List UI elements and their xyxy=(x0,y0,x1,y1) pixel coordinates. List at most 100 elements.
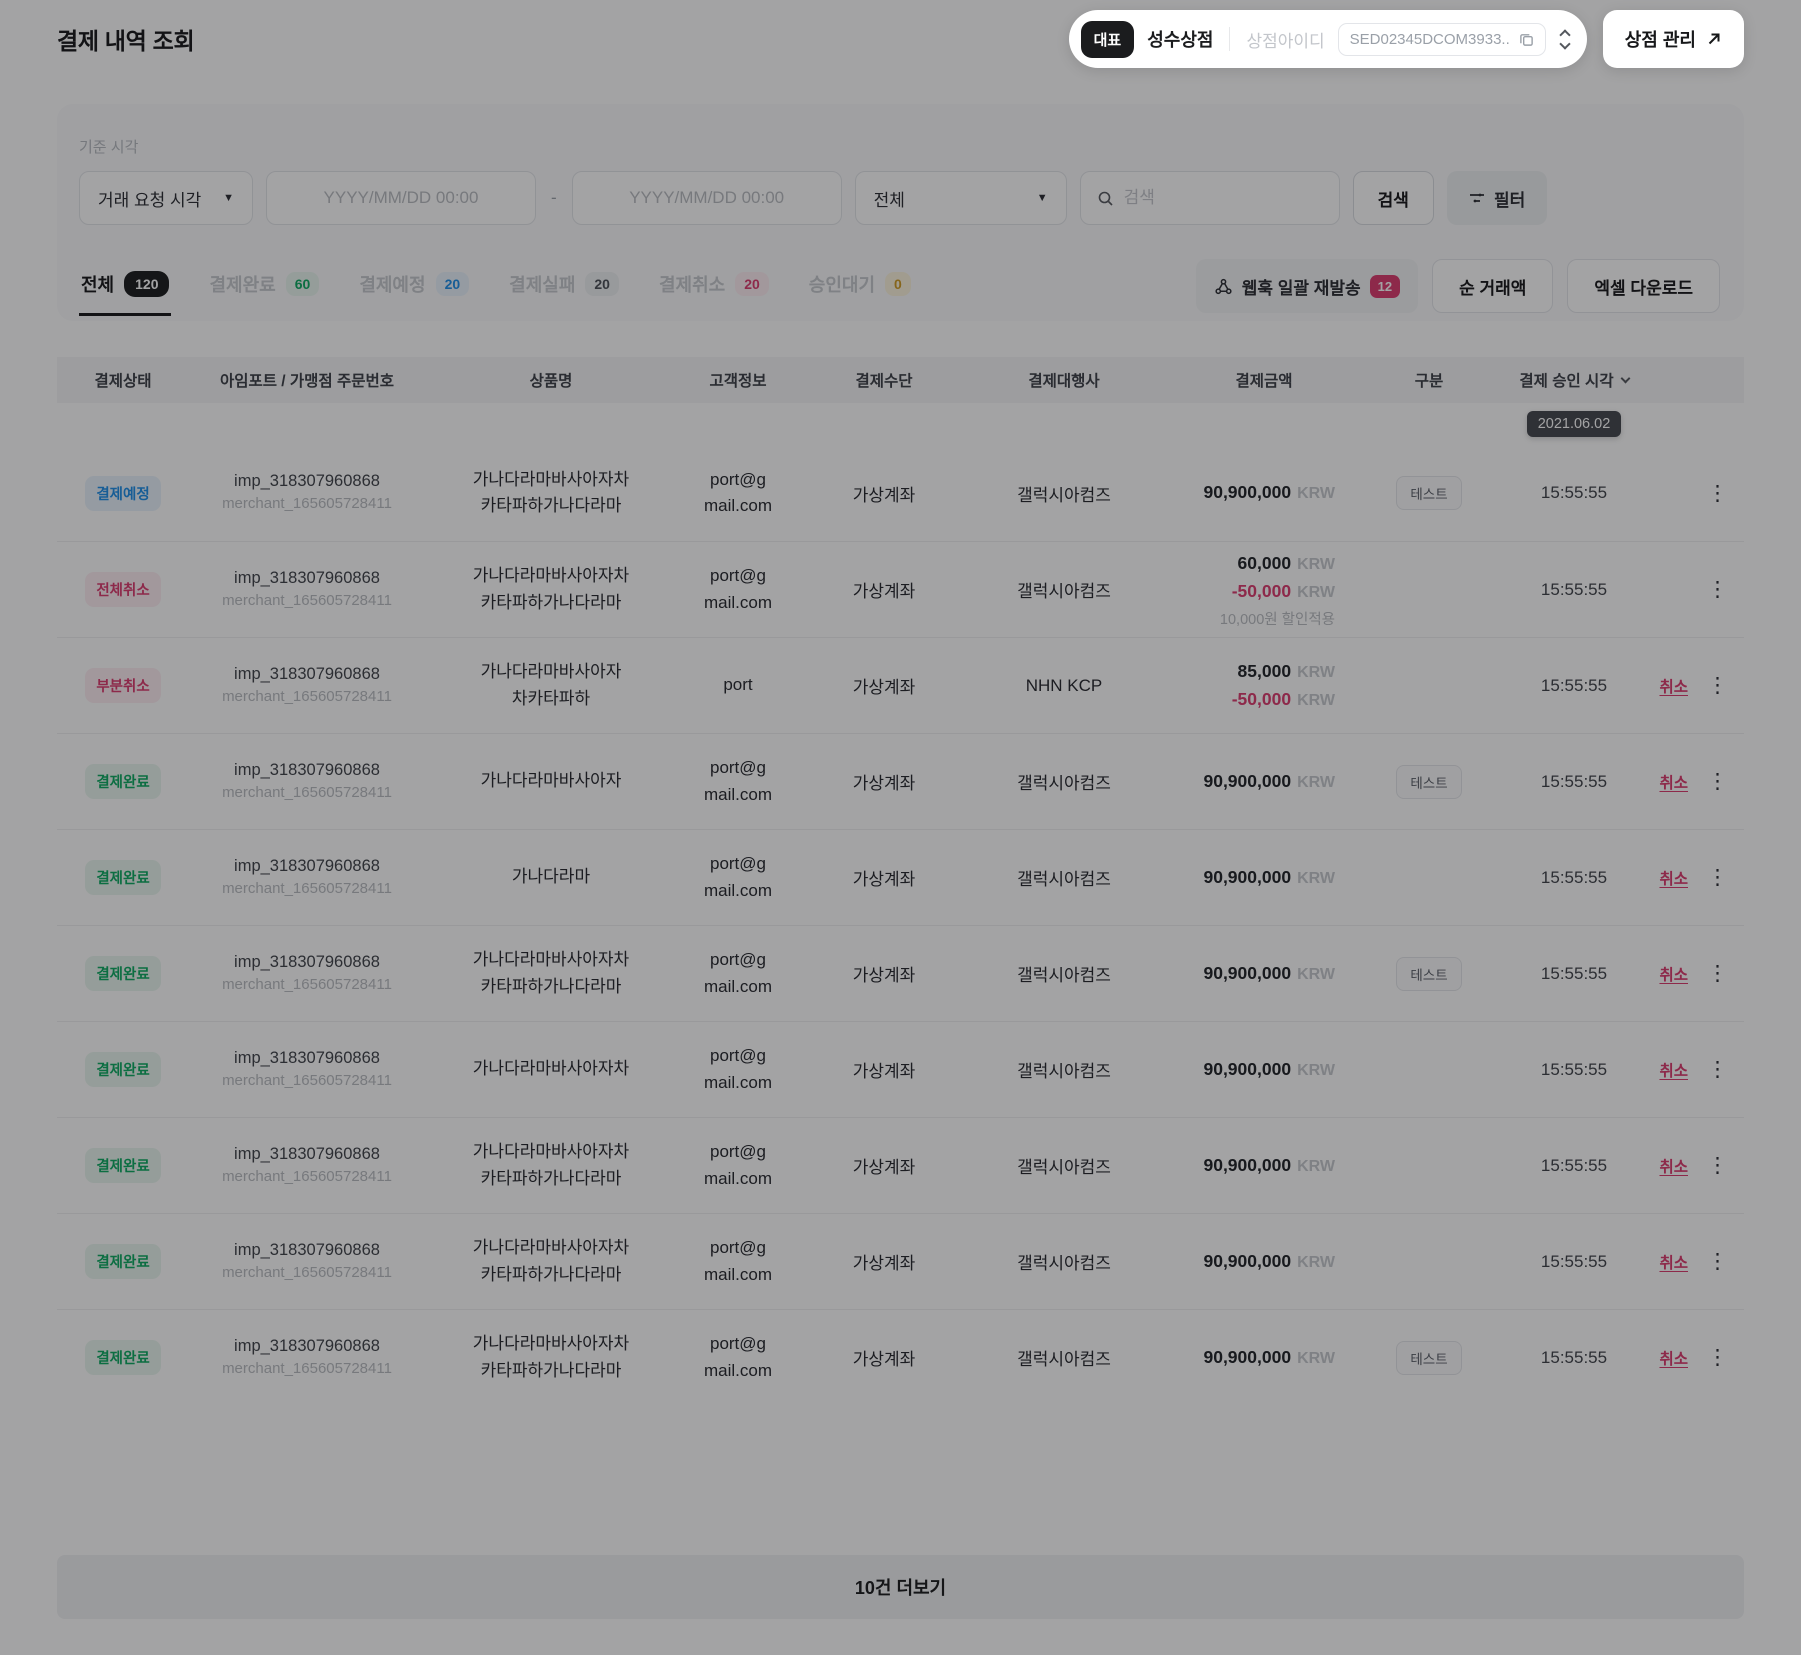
cancel-link[interactable]: 취소 xyxy=(1659,1347,1688,1369)
search-input[interactable] xyxy=(1124,188,1323,208)
table-header: 결제상태아임포트 / 가맹점 주문번호상품명고객정보결제수단결제대행사결제금액구… xyxy=(57,357,1744,403)
table-row[interactable]: 결제완료imp_318307960868merchant_16560572841… xyxy=(57,829,1744,925)
table-row[interactable]: 결제완료imp_318307960868merchant_16560572841… xyxy=(57,1117,1744,1213)
cell-method: 가상계좌 xyxy=(799,1153,969,1178)
tab-item[interactable]: 결제완료60 xyxy=(207,265,321,316)
cell-method: 가상계좌 xyxy=(799,1249,969,1274)
more-menu-icon[interactable]: ⋮ xyxy=(1701,479,1734,508)
cell-customer: port@g mail.com xyxy=(677,755,799,808)
merchant-id-value: SED02345DCOM3933.. xyxy=(1350,31,1510,48)
more-menu-icon[interactable]: ⋮ xyxy=(1701,575,1734,604)
date-to-input[interactable] xyxy=(572,171,842,225)
table-row[interactable]: 결제완료imp_318307960868merchant_16560572841… xyxy=(57,1213,1744,1309)
cancel-link[interactable]: 취소 xyxy=(1659,963,1688,985)
cancel-amount-value: -50,000 xyxy=(1232,689,1291,709)
table-row[interactable]: 결제완료imp_318307960868merchant_16560572841… xyxy=(57,1309,1744,1405)
filter-button[interactable]: 필터 xyxy=(1447,171,1547,225)
tab-count-badge: 120 xyxy=(124,271,169,297)
cell-amount: 60,000KRW-50,000KRW10,000원 할인적용 xyxy=(1159,550,1369,629)
cell-status: 결제완료 xyxy=(57,1340,189,1375)
status-badge: 결제완료 xyxy=(85,1148,160,1183)
webhook-count-badge: 12 xyxy=(1370,275,1400,298)
date-group-row: 2021.06.02 xyxy=(57,403,1744,445)
scope-select[interactable]: 전체 ▼ xyxy=(855,171,1067,225)
merchant-id-box[interactable]: SED02345DCOM3933.. xyxy=(1338,23,1546,56)
manage-store-button[interactable]: 상점 관리 xyxy=(1603,10,1744,68)
column-header-label: 결제 승인 시각 xyxy=(1519,369,1613,391)
cell-customer: port@g mail.com xyxy=(677,467,799,520)
cell-approved-time: 15:55:55 xyxy=(1489,483,1659,503)
search-box[interactable] xyxy=(1080,171,1340,225)
date-from-input[interactable] xyxy=(266,171,536,225)
cell-product: 가나다라마바사아자차 xyxy=(425,1056,677,1082)
more-menu-icon[interactable]: ⋮ xyxy=(1701,959,1734,988)
more-menu-icon[interactable]: ⋮ xyxy=(1701,1055,1734,1084)
payments-table: 결제상태아임포트 / 가맹점 주문번호상품명고객정보결제수단결제대행사결제금액구… xyxy=(57,357,1744,1405)
table-row[interactable]: 결제완료imp_318307960868merchant_16560572841… xyxy=(57,925,1744,1021)
table-row[interactable]: 전체취소imp_318307960868merchant_16560572841… xyxy=(57,541,1744,637)
search-button[interactable]: 검색 xyxy=(1353,171,1434,225)
cancel-link[interactable]: 취소 xyxy=(1659,1155,1688,1177)
filter-button-label: 필터 xyxy=(1494,186,1525,211)
tab-item[interactable]: 승인대기0 xyxy=(807,265,913,316)
more-menu-icon[interactable]: ⋮ xyxy=(1701,1151,1734,1180)
cell-product: 가나다라마바사아자 xyxy=(425,768,677,794)
table-row[interactable]: 결제완료imp_318307960868merchant_16560572841… xyxy=(57,733,1744,829)
table-row[interactable]: 결제완료imp_318307960868merchant_16560572841… xyxy=(57,1021,1744,1117)
cell-actions: 취소 ⋮ xyxy=(1659,671,1744,700)
more-menu-icon[interactable]: ⋮ xyxy=(1701,1247,1734,1276)
filter-icon xyxy=(1469,191,1485,205)
more-menu-icon[interactable]: ⋮ xyxy=(1701,863,1734,892)
amount-value: 90,900,000 xyxy=(1203,867,1291,887)
column-header-label: 결제상태 xyxy=(94,369,151,391)
topbar: 결제 내역 조회 대표 성수상점 상점아이디 SED02345DCOM3933.… xyxy=(0,0,1801,78)
filter-label: 기준 시각 xyxy=(79,136,1720,157)
amount-main: 85,000KRW xyxy=(1159,658,1335,686)
cell-method: 가상계좌 xyxy=(799,481,969,506)
tab-item[interactable]: 결제예정20 xyxy=(357,265,471,316)
cancel-link[interactable]: 취소 xyxy=(1659,1059,1688,1081)
more-menu-icon[interactable]: ⋮ xyxy=(1701,671,1734,700)
cell-product: 가나다라마바사아자차 카타파하가나다라마 xyxy=(425,467,677,520)
cancel-link[interactable]: 취소 xyxy=(1659,1251,1688,1273)
excel-download-button[interactable]: 엑셀 다운로드 xyxy=(1567,259,1720,313)
copy-icon[interactable] xyxy=(1519,32,1534,47)
net-amount-button[interactable]: 순 거래액 xyxy=(1432,259,1553,313)
amount-main: 90,900,000KRW xyxy=(1159,1056,1335,1084)
status-badge: 전체취소 xyxy=(85,572,160,607)
page-title: 결제 내역 조회 xyxy=(57,22,194,56)
table-row[interactable]: 부분취소imp_318307960868merchant_16560572841… xyxy=(57,637,1744,733)
more-menu-icon[interactable]: ⋮ xyxy=(1701,767,1734,796)
amount-currency: KRW xyxy=(1297,966,1335,983)
cancel-link[interactable]: 취소 xyxy=(1659,675,1688,697)
webhook-resend-button[interactable]: 웹훅 일괄 재발송 12 xyxy=(1196,259,1418,313)
cell-order-ids: imp_318307960868merchant_165605728411 xyxy=(189,1047,425,1093)
more-menu-icon[interactable]: ⋮ xyxy=(1701,1343,1734,1372)
cell-customer: port@g mail.com xyxy=(677,1331,799,1384)
cell-actions: 취소 ⋮ xyxy=(1659,1343,1744,1372)
cancel-link[interactable]: 취소 xyxy=(1659,867,1688,889)
tab-item[interactable]: 결제실패20 xyxy=(507,265,621,316)
load-more-button[interactable]: 10건 더보기 xyxy=(57,1555,1744,1619)
table-row[interactable]: 결제예정imp_318307960868merchant_16560572841… xyxy=(57,445,1744,541)
tab-item[interactable]: 전체120 xyxy=(79,265,171,316)
cell-order-ids: imp_318307960868merchant_165605728411 xyxy=(189,470,425,516)
cell-order-ids: imp_318307960868merchant_165605728411 xyxy=(189,1335,425,1381)
cell-actions: 취소 ⋮ xyxy=(1659,1055,1744,1084)
tab-count-badge: 20 xyxy=(436,272,470,296)
merchant-selector[interactable]: 대표 성수상점 상점아이디 SED02345DCOM3933.. xyxy=(1069,10,1587,68)
cell-status: 전체취소 xyxy=(57,572,189,607)
cell-product: 가나다라마 xyxy=(425,864,677,890)
amount-main: 90,900,000KRW xyxy=(1159,768,1335,796)
tab-item[interactable]: 결제취소20 xyxy=(657,265,771,316)
time-type-select[interactable]: 거래 요청 시각 ▼ xyxy=(79,171,253,225)
test-badge: 테스트 xyxy=(1396,476,1461,510)
cancel-link[interactable]: 취소 xyxy=(1659,771,1688,793)
amount-cancelled: -50,000KRW xyxy=(1159,578,1335,606)
sort-chevron-icon[interactable] xyxy=(1620,374,1630,384)
updown-chevron-icon[interactable] xyxy=(1559,31,1571,48)
merchant-uid: merchant_165605728411 xyxy=(189,1070,425,1093)
tab-count-badge: 20 xyxy=(735,272,769,296)
cell-order-ids: imp_318307960868merchant_165605728411 xyxy=(189,1239,425,1285)
cell-pg: 갤럭시아컴즈 xyxy=(969,577,1159,602)
